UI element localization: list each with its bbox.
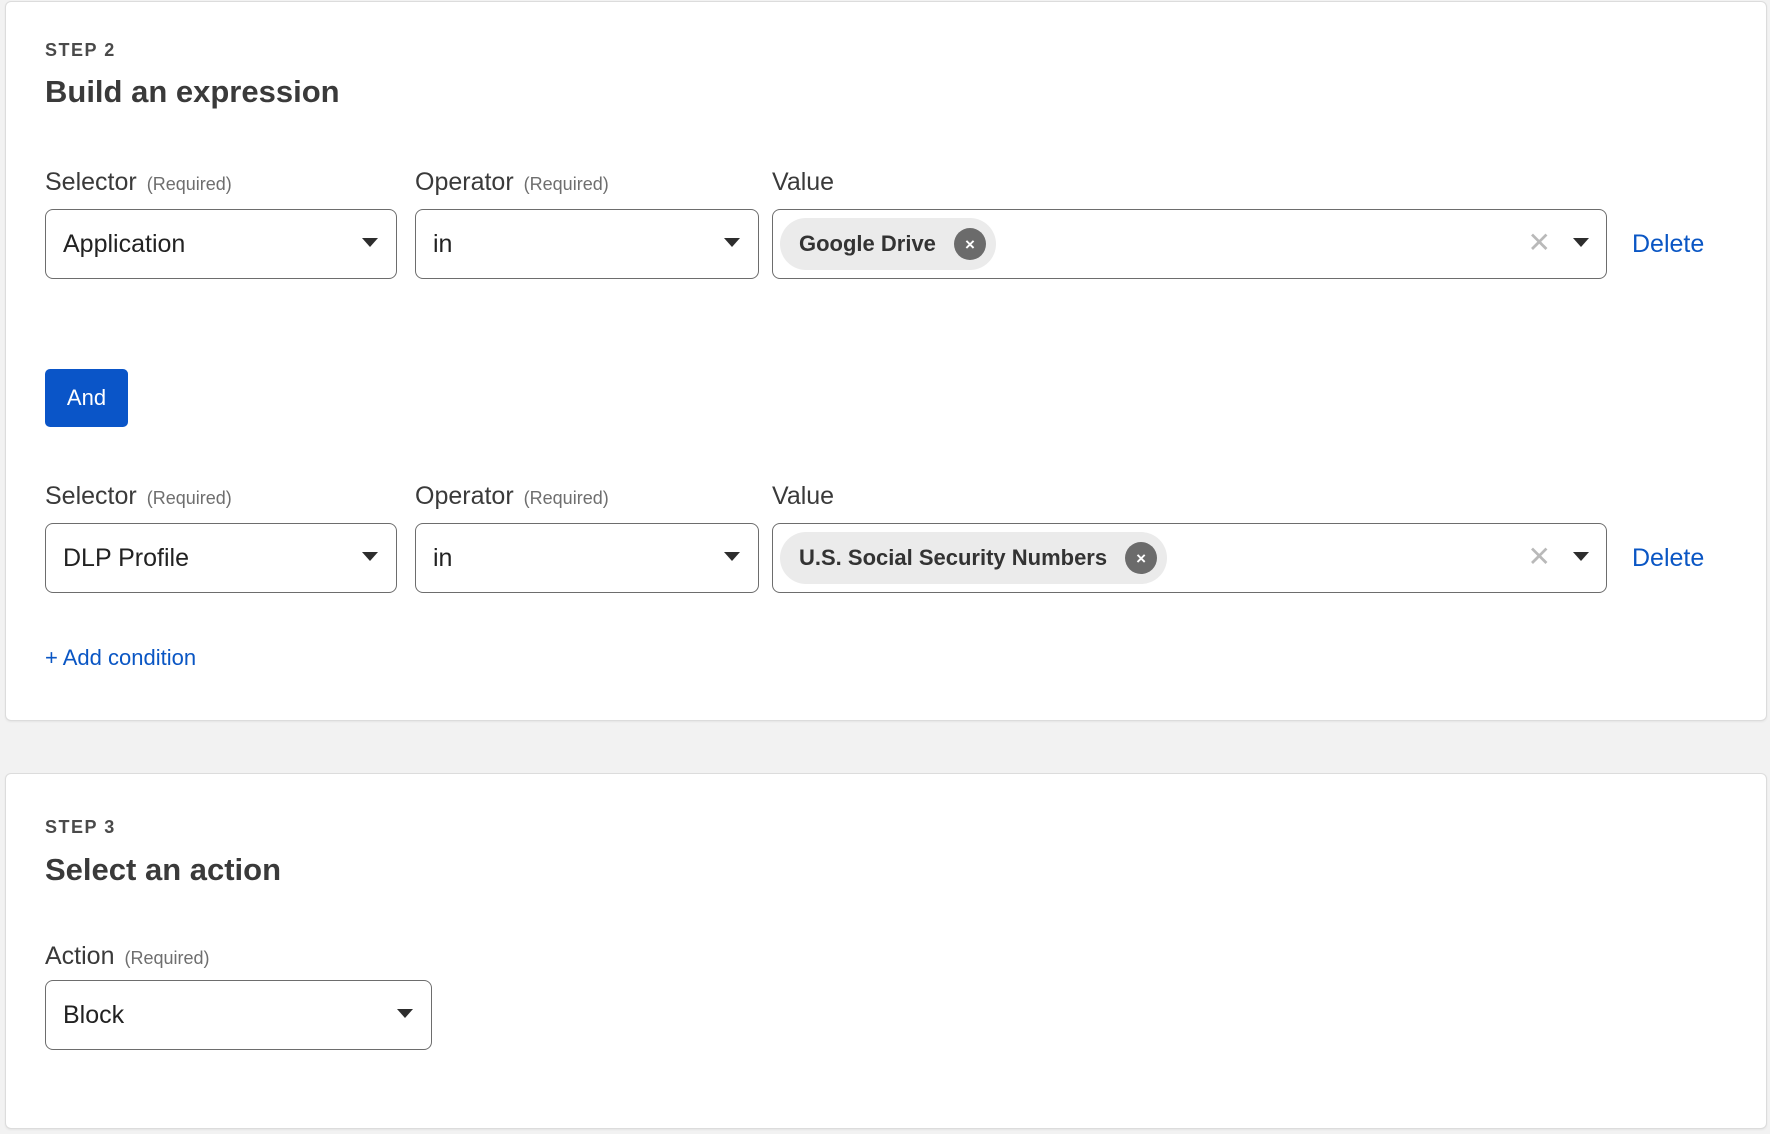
operator-dropdown[interactable]: in <box>415 523 759 593</box>
operator-dropdown-value: in <box>433 229 453 258</box>
clear-icon[interactable]: ✕ <box>1528 229 1551 257</box>
value-multiselect[interactable]: U.S. Social Security Numbers × ✕ <box>772 523 1607 593</box>
delete-condition-link[interactable]: Delete <box>1632 230 1704 259</box>
value-label: Value <box>772 482 835 510</box>
selector-label-text: Selector <box>45 482 137 510</box>
chevron-down-icon <box>724 552 740 561</box>
value-chip: Google Drive × <box>780 218 996 270</box>
build-expression-card: STEP 2 Build an expression Selector (Requ… <box>5 1 1767 721</box>
operator-dropdown[interactable]: in <box>415 209 759 279</box>
operator-label-text: Operator <box>415 168 514 196</box>
operator-label: Operator (Required) <box>415 168 609 197</box>
required-hint: (Required) <box>124 948 210 968</box>
value-chip-label: U.S. Social Security Numbers <box>799 545 1108 570</box>
required-hint: (Required) <box>523 488 609 508</box>
selector-dropdown-value: Application <box>63 229 186 258</box>
required-hint: (Required) <box>146 174 232 194</box>
chevron-down-icon[interactable] <box>1573 238 1589 247</box>
step-2-title: Build an expression <box>45 74 340 109</box>
chevron-down-icon <box>397 1009 413 1018</box>
step-2-label: STEP 2 <box>45 40 116 60</box>
chevron-down-icon[interactable] <box>1573 552 1589 561</box>
action-label-text: Action <box>45 942 115 970</box>
action-dropdown-value: Block <box>63 1000 125 1029</box>
selector-dropdown-value: DLP Profile <box>63 543 189 572</box>
value-chip-label: Google Drive <box>799 231 936 256</box>
step-3-label: STEP 3 <box>45 817 116 837</box>
clear-icon[interactable]: ✕ <box>1528 543 1551 571</box>
value-chip: U.S. Social Security Numbers × <box>780 532 1168 584</box>
selector-label: Selector (Required) <box>45 168 232 197</box>
selector-dropdown[interactable]: DLP Profile <box>45 523 397 593</box>
operator-label: Operator (Required) <box>415 482 609 511</box>
selector-label: Selector (Required) <box>45 482 232 511</box>
select-action-card: STEP 3 Select an action Action (Required)… <box>5 773 1767 1129</box>
delete-condition-link[interactable]: Delete <box>1632 544 1704 573</box>
chevron-down-icon <box>362 552 378 561</box>
action-label: Action (Required) <box>45 942 210 971</box>
operator-label-text: Operator <box>415 482 514 510</box>
value-multiselect[interactable]: Google Drive × ✕ <box>772 209 1607 279</box>
operator-dropdown-value: in <box>433 543 453 572</box>
selector-dropdown[interactable]: Application <box>45 209 397 279</box>
chevron-down-icon <box>362 238 378 247</box>
step-3-title: Select an action <box>45 852 282 887</box>
value-label: Value <box>772 168 835 196</box>
chevron-down-icon <box>724 238 740 247</box>
required-hint: (Required) <box>523 174 609 194</box>
required-hint: (Required) <box>146 488 232 508</box>
action-dropdown[interactable]: Block <box>45 980 432 1050</box>
and-button[interactable]: And <box>45 369 128 427</box>
remove-chip-icon[interactable]: × <box>953 228 986 260</box>
remove-chip-icon[interactable]: × <box>1125 542 1158 574</box>
selector-label-text: Selector <box>45 168 137 196</box>
add-condition-link[interactable]: + Add condition <box>45 645 196 671</box>
